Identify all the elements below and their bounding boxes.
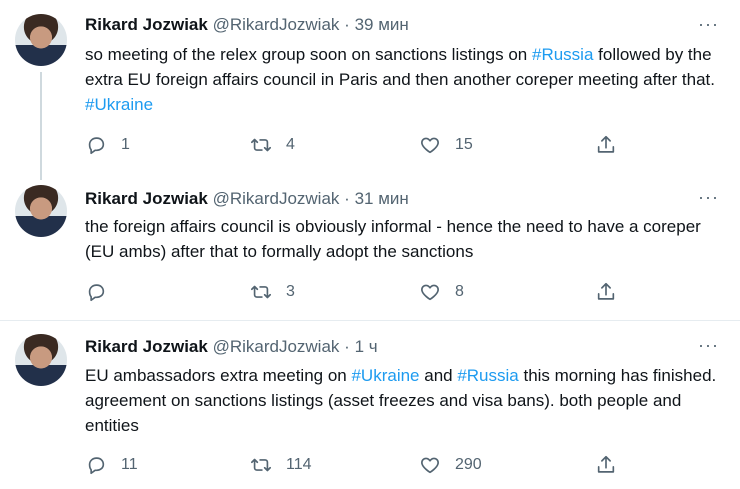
like-count: 15 xyxy=(455,136,473,153)
share-button[interactable] xyxy=(595,280,617,304)
like-button[interactable]: 8 xyxy=(419,280,464,304)
retweet-count: 114 xyxy=(286,456,312,473)
avatar[interactable] xyxy=(15,185,67,237)
author-handle[interactable]: @RikardJozwiak xyxy=(213,15,340,34)
timestamp[interactable]: 31 мин xyxy=(355,189,409,208)
retweet-count: 4 xyxy=(286,136,295,153)
tweet-header: Rikard Jozwiak @RikardJozwiak · 39 мин xyxy=(85,14,409,36)
reply-button[interactable] xyxy=(85,280,121,304)
author-name[interactable]: Rikard Jozwiak xyxy=(85,189,208,208)
tweet-text-part: the foreign affairs council is obviously… xyxy=(85,217,701,261)
retweet-button[interactable]: 4 xyxy=(250,133,295,157)
more-dots-icon[interactable]: ··· xyxy=(698,188,718,210)
tweet-actions: 3 8 xyxy=(85,280,625,304)
like-count: 290 xyxy=(455,456,482,473)
more-dots-icon[interactable]: ··· xyxy=(698,336,718,358)
avatar[interactable] xyxy=(15,334,67,386)
share-button[interactable] xyxy=(595,453,617,477)
separator: · xyxy=(344,15,350,34)
tweet-text-part: and xyxy=(419,366,458,385)
more-dots-icon[interactable]: ··· xyxy=(698,15,718,37)
reply-button[interactable]: 1 xyxy=(85,133,130,157)
reply-button[interactable]: 11 xyxy=(85,453,138,477)
retweet-icon xyxy=(251,138,271,152)
heart-icon xyxy=(421,284,439,301)
reply-icon xyxy=(88,137,105,155)
tweet-header: Rikard Jozwiak @RikardJozwiak · 1 ч xyxy=(85,336,378,358)
tweet-text: EU ambassadors extra meeting on #Ukraine… xyxy=(85,363,725,438)
reply-icon xyxy=(88,284,105,302)
tweet-text-part: so meeting of the relex group soon on sa… xyxy=(85,45,532,64)
author-handle[interactable]: @RikardJozwiak xyxy=(213,337,340,356)
share-icon xyxy=(597,282,615,300)
share-icon xyxy=(597,455,615,473)
like-button[interactable]: 290 xyxy=(419,453,482,477)
tweet-text-part: EU ambassadors extra meeting on xyxy=(85,366,352,385)
retweet-icon xyxy=(251,458,271,472)
reply-count: 11 xyxy=(121,456,138,473)
heart-icon xyxy=(421,457,439,474)
tweet-actions: 1 4 15 xyxy=(85,133,625,157)
reply-icon xyxy=(88,457,105,475)
separator: · xyxy=(344,189,350,208)
retweet-icon xyxy=(251,285,271,299)
retweet-button[interactable]: 3 xyxy=(250,280,295,304)
hashtag-link[interactable]: #Russia xyxy=(457,366,518,385)
author-name[interactable]: Rikard Jozwiak xyxy=(85,15,208,34)
author-handle[interactable]: @RikardJozwiak xyxy=(213,189,340,208)
like-button[interactable]: 15 xyxy=(419,133,473,157)
avatar[interactable] xyxy=(15,14,67,66)
tweet-actions: 11 114 290 xyxy=(85,453,625,477)
hashtag-link[interactable]: #Ukraine xyxy=(351,366,419,385)
reply-count: 1 xyxy=(121,136,130,153)
tweet-text: so meeting of the relex group soon on sa… xyxy=(85,42,725,117)
timestamp[interactable]: 39 мин xyxy=(355,15,409,34)
share-button[interactable] xyxy=(595,133,617,157)
retweet-button[interactable]: 114 xyxy=(250,453,312,477)
author-name[interactable]: Rikard Jozwiak xyxy=(85,337,208,356)
hashtag-link[interactable]: #Russia xyxy=(532,45,593,64)
separator: · xyxy=(344,337,350,356)
tweet-header: Rikard Jozwiak @RikardJozwiak · 31 мин xyxy=(85,188,409,210)
like-count: 8 xyxy=(455,283,464,300)
heart-icon xyxy=(421,137,439,154)
hashtag-link[interactable]: #Ukraine xyxy=(85,95,153,114)
timestamp[interactable]: 1 ч xyxy=(355,337,378,356)
share-icon xyxy=(597,135,615,153)
tweet-text: the foreign affairs council is obviously… xyxy=(85,214,725,264)
retweet-count: 3 xyxy=(286,283,295,300)
